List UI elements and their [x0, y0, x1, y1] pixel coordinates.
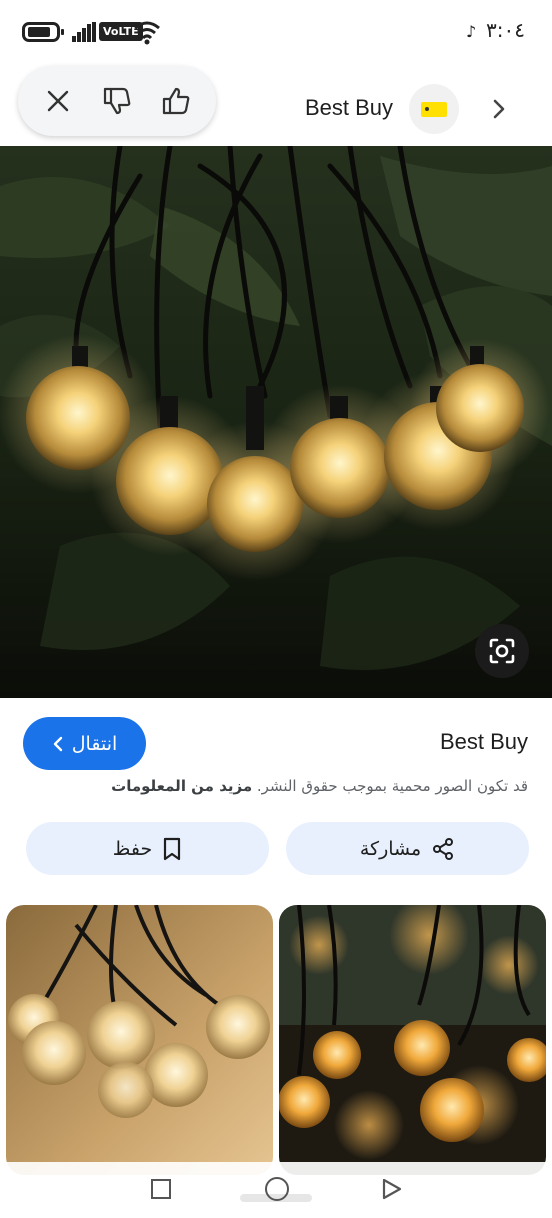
- string-lights-thumbnail: [279, 905, 546, 1175]
- visit-label: انتقال: [71, 732, 118, 755]
- home-button[interactable]: [265, 1177, 289, 1201]
- bookmark-icon: [164, 837, 181, 860]
- visit-button[interactable]: انتقال: [23, 717, 146, 770]
- share-button[interactable]: مشاركة: [286, 822, 529, 875]
- recents-button[interactable]: [151, 1179, 171, 1199]
- tag-icon: [421, 101, 447, 117]
- string-lights-thumbnail: [6, 905, 273, 1175]
- google-lens-icon: [489, 638, 515, 664]
- save-label: حفظ: [112, 837, 153, 860]
- dislike-button[interactable]: [99, 83, 135, 119]
- more-info-link[interactable]: مزيد من المعلومات: [111, 777, 252, 795]
- signal-icon: [72, 22, 96, 42]
- source-favicon[interactable]: [409, 84, 459, 134]
- related-image[interactable]: [279, 905, 546, 1175]
- google-lens-button[interactable]: [475, 624, 529, 678]
- thumb-down-icon: [103, 87, 131, 115]
- back-button[interactable]: [381, 1177, 403, 1201]
- tiktok-icon: ♪: [466, 22, 477, 41]
- string-lights-photo: [0, 146, 552, 698]
- close-button[interactable]: [40, 83, 76, 119]
- share-label: مشاركة: [359, 837, 422, 860]
- info-source-name: Best Buy: [439, 729, 528, 754]
- battery-icon: [22, 22, 64, 42]
- status-time: ٣:٠٤: [486, 18, 525, 42]
- copyright-notice: قد تكون الصور محمية بموجب حقوق النشر. مز…: [111, 777, 528, 795]
- related-image[interactable]: [6, 905, 273, 1175]
- like-button[interactable]: [158, 83, 194, 119]
- header-source-name[interactable]: Best Buy: [305, 95, 393, 121]
- wifi-icon: [134, 21, 160, 45]
- save-button[interactable]: حفظ: [26, 822, 269, 875]
- chevron-right-icon[interactable]: [488, 96, 510, 122]
- status-bar: VoLTE ♪ ٣:٠٤: [0, 0, 552, 62]
- copyright-text: قد تكون الصور محمية بموجب حقوق النشر.: [256, 777, 528, 795]
- thumb-up-icon: [162, 87, 190, 115]
- feedback-pill: [18, 66, 216, 136]
- close-icon: [47, 90, 69, 112]
- chevron-left-icon: [53, 736, 62, 751]
- main-image[interactable]: [0, 146, 552, 698]
- share-icon: [433, 837, 454, 860]
